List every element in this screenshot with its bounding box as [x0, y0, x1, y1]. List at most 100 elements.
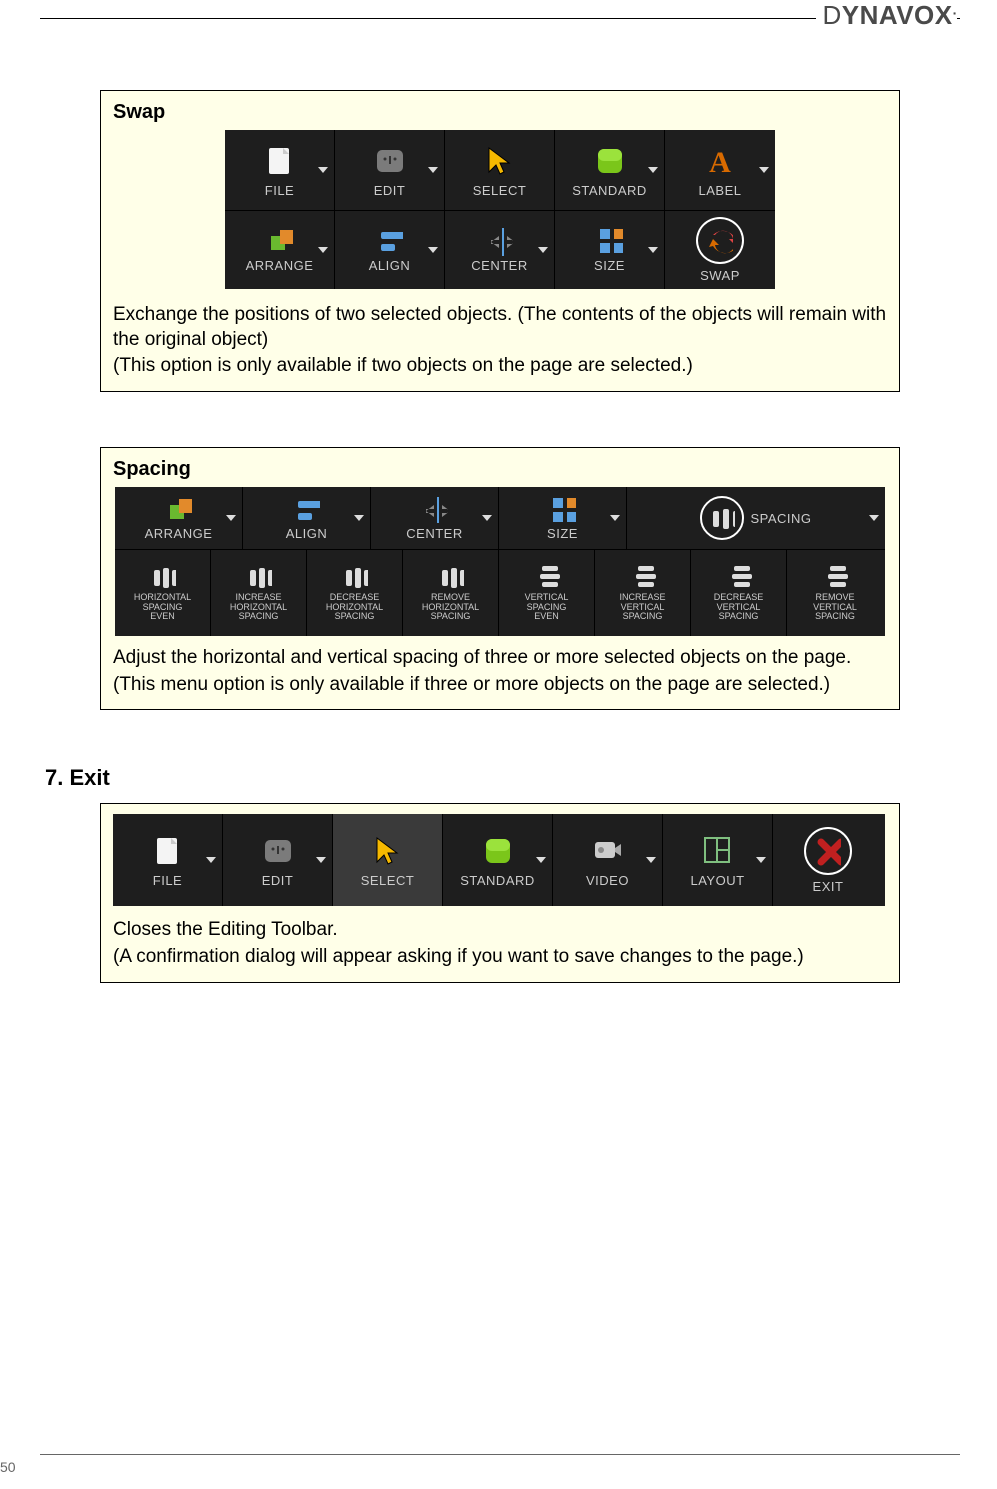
- align-icon: [377, 228, 403, 254]
- standard-button[interactable]: STANDARD: [555, 130, 665, 210]
- swap-toolbar-row2: ARRANGE ALIGN CENTER SIZE: [225, 210, 775, 289]
- h-space-inc-button[interactable]: INCREASEHORIZONTALSPACING: [211, 550, 307, 636]
- spacing-toolbar-row2: HORIZONTALSPACINGEVEN INCREASEHORIZONTAL…: [115, 549, 885, 636]
- select-arrow-icon: [370, 833, 406, 869]
- size-button[interactable]: SIZE: [555, 211, 665, 289]
- edit-icon: [260, 833, 296, 869]
- chevron-down-icon: [869, 515, 879, 521]
- video-label: VIDEO: [586, 873, 629, 888]
- h-space-dec-icon: [342, 564, 368, 590]
- arrange-label: ARRANGE: [145, 526, 213, 541]
- select-label: SELECT: [361, 873, 415, 888]
- swap-toolbar: FILE EDIT SELECT STANDARD: [225, 130, 775, 289]
- size-icon: [550, 496, 576, 522]
- chevron-down-icon: [428, 247, 438, 253]
- chevron-down-icon: [538, 247, 548, 253]
- exit-toolbar: FILE EDIT SELECT STANDARD: [113, 814, 885, 906]
- brand-rest: YNAVOX: [842, 0, 953, 30]
- v-space-even-button[interactable]: VERTICALSPACINGEVEN: [499, 550, 595, 636]
- standard-tile-icon: [480, 833, 516, 869]
- align-button[interactable]: ALIGN: [335, 211, 445, 289]
- standard-label: STANDARD: [572, 183, 647, 198]
- file-label: FILE: [153, 873, 182, 888]
- brand-dot: .: [953, 1, 957, 17]
- video-icon: [590, 833, 626, 869]
- select-label: SELECT: [473, 183, 527, 198]
- center-button[interactable]: CENTER: [445, 211, 555, 289]
- h-space-rem-button[interactable]: REMOVEHORIZONTALSPACING: [403, 550, 499, 636]
- chevron-down-icon: [354, 515, 364, 521]
- edit-label: EDIT: [374, 183, 406, 198]
- edit-button[interactable]: EDIT: [223, 814, 333, 906]
- standard-button[interactable]: STANDARD: [443, 814, 553, 906]
- edit-button[interactable]: EDIT: [335, 130, 445, 210]
- exit-circle: [804, 827, 852, 875]
- edit-icon: [372, 143, 408, 179]
- chevron-down-icon: [428, 167, 438, 173]
- spacing-button[interactable]: SPACING: [627, 487, 885, 549]
- chevron-down-icon: [646, 857, 656, 863]
- v-space-even-icon: [534, 564, 560, 590]
- spacing-circle: [700, 496, 744, 540]
- spacing-desc1: Adjust the horizontal and vertical spaci…: [113, 646, 887, 671]
- v-space-inc-button[interactable]: INCREASEVERTICALSPACING: [595, 550, 691, 636]
- h-space-inc-label: INCREASEHORIZONTALSPACING: [230, 593, 287, 621]
- swap-icon: [707, 228, 733, 254]
- v-space-dec-button[interactable]: DECREASEVERTICALSPACING: [691, 550, 787, 636]
- spacing-section-box: Spacing ARRANGE ALIGN CENTER: [100, 447, 900, 710]
- center-icon: [422, 496, 448, 522]
- edit-label: EDIT: [262, 873, 294, 888]
- exit-toolbar-row: FILE EDIT SELECT STANDARD: [113, 814, 885, 906]
- v-space-rem-icon: [822, 564, 848, 590]
- arrange-label: ARRANGE: [246, 258, 314, 273]
- align-label: ALIGN: [369, 258, 411, 273]
- file-icon: [262, 143, 298, 179]
- size-icon: [597, 228, 623, 254]
- chevron-down-icon: [206, 857, 216, 863]
- select-button[interactable]: SELECT: [333, 814, 443, 906]
- label-label: LABEL: [699, 183, 742, 198]
- center-label: CENTER: [471, 258, 527, 273]
- swap-circle: [696, 217, 744, 264]
- label-button[interactable]: LABEL: [665, 130, 775, 210]
- size-button[interactable]: SIZE: [499, 487, 627, 549]
- h-space-even-icon: [150, 564, 176, 590]
- swap-label: SWAP: [700, 268, 740, 283]
- h-space-even-button[interactable]: HORIZONTALSPACINGEVEN: [115, 550, 211, 636]
- h-space-dec-button[interactable]: DECREASEHORIZONTALSPACING: [307, 550, 403, 636]
- exit-section-box: FILE EDIT SELECT STANDARD: [100, 803, 900, 982]
- v-space-inc-icon: [630, 564, 656, 590]
- chevron-down-icon: [756, 857, 766, 863]
- size-label: SIZE: [594, 258, 625, 273]
- arrange-button[interactable]: ARRANGE: [115, 487, 243, 549]
- h-space-even-label: HORIZONTALSPACINGEVEN: [134, 593, 191, 621]
- chevron-down-icon: [316, 857, 326, 863]
- spacing-label: SPACING: [750, 511, 811, 526]
- arrange-button[interactable]: ARRANGE: [225, 211, 335, 289]
- arrange-icon: [267, 228, 293, 254]
- video-button[interactable]: VIDEO: [553, 814, 663, 906]
- spacing-icon: [709, 505, 735, 531]
- v-space-rem-button[interactable]: REMOVEVERTICALSPACING: [787, 550, 883, 636]
- file-button[interactable]: FILE: [113, 814, 223, 906]
- spacing-toolbar-row1: ARRANGE ALIGN CENTER SIZE: [115, 487, 885, 549]
- swap-button[interactable]: SWAP: [665, 211, 775, 289]
- layout-button[interactable]: LAYOUT: [663, 814, 773, 906]
- chevron-down-icon: [318, 167, 328, 173]
- v-space-inc-label: INCREASEVERTICALSPACING: [619, 593, 665, 621]
- file-icon: [150, 833, 186, 869]
- swap-desc1: Exchange the positions of two selected o…: [113, 303, 887, 352]
- chevron-down-icon: [226, 515, 236, 521]
- exit-button[interactable]: EXIT: [773, 814, 883, 906]
- size-label: SIZE: [547, 526, 578, 541]
- arrange-icon: [166, 496, 192, 522]
- label-a-icon: [702, 143, 738, 179]
- layout-label: LAYOUT: [690, 873, 744, 888]
- exit-heading: 7. Exit: [45, 765, 900, 791]
- file-button[interactable]: FILE: [225, 130, 335, 210]
- align-button[interactable]: ALIGN: [243, 487, 371, 549]
- center-button[interactable]: CENTER: [371, 487, 499, 549]
- chevron-down-icon: [536, 857, 546, 863]
- v-space-even-label: VERTICALSPACINGEVEN: [525, 593, 569, 621]
- select-button[interactable]: SELECT: [445, 130, 555, 210]
